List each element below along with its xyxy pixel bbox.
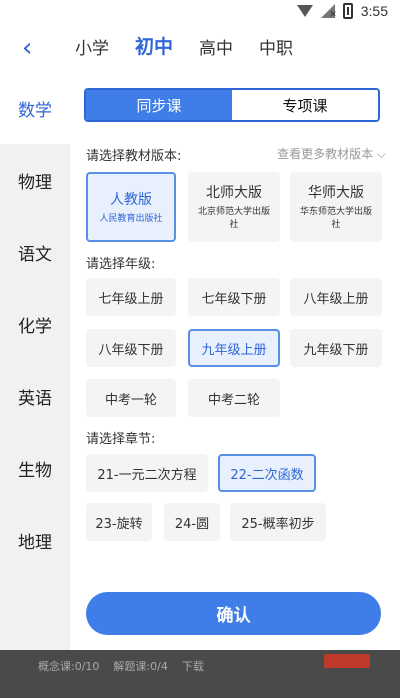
edition-section-label: 请选择教材版本:	[86, 149, 182, 164]
sidebar-item-6[interactable]: 地理	[0, 504, 70, 576]
grade-option-3[interactable]: 八年级下册	[86, 329, 176, 367]
grade-option-5[interactable]: 九年级下册	[290, 329, 382, 367]
tab-mode-1[interactable]: 专项课	[232, 90, 378, 120]
level-tabs: 小学 初中 高中 中职	[75, 32, 293, 59]
tab-level-2[interactable]: 高中	[199, 34, 233, 59]
status-bar: ✕ 3:55	[0, 0, 400, 24]
chapter-option-2[interactable]: 23-旋转	[86, 503, 152, 541]
grade-option-0[interactable]: 七年级上册	[86, 278, 176, 316]
sidebar-item-2[interactable]: 语文	[0, 216, 70, 288]
chapter-option-1[interactable]: 22-二次函数	[218, 454, 316, 492]
edition-subtitle: 北京师范大学出版社	[197, 207, 270, 230]
edition-option-2[interactable]: 华师大版 华东师范大学出版社	[290, 172, 382, 242]
chevron-left-icon[interactable]: ‹	[22, 35, 32, 61]
sidebar-item-3[interactable]: 化学	[0, 288, 70, 360]
grade-section-label: 请选择年级:	[86, 257, 156, 272]
grade-option-1[interactable]: 七年级下册	[188, 278, 280, 316]
top-bar: ‹ 小学 初中 高中 中职	[0, 24, 400, 73]
status-icons: ✕ 3:55	[296, 3, 388, 20]
tab-mode-0[interactable]: 同步课	[86, 90, 232, 120]
more-editions-link[interactable]: 查看更多教材版本 ⌵	[277, 145, 386, 162]
tab-level-1[interactable]: 初中	[135, 32, 173, 59]
chapter-option-3[interactable]: 24-圆	[164, 503, 220, 541]
main-content: 同步课 专项课 请选择教材版本: 查看更多教材版本 ⌵ 人教版 人民教育出版社 …	[70, 72, 400, 650]
bottom-stats: 概念课:0/10 解题课:0/4 下载	[38, 658, 204, 674]
edition-option-1[interactable]: 北师大版 北京师范大学出版社	[188, 172, 280, 242]
chapter-section-label: 请选择章节:	[86, 432, 156, 447]
signal-icon: ✕	[320, 4, 337, 20]
explain-count: 解题课:0/4	[113, 660, 168, 673]
status-time: 3:55	[360, 3, 388, 19]
grade-option-2[interactable]: 八年级上册	[290, 278, 382, 316]
sidebar-item-4[interactable]: 英语	[0, 360, 70, 432]
sidebar-item-5[interactable]: 生物	[0, 432, 70, 504]
tab-level-0[interactable]: 小学	[75, 34, 109, 59]
mode-tabs: 同步课 专项课	[84, 88, 380, 122]
edition-title: 人教版	[110, 191, 152, 208]
chapter-option-4[interactable]: 25-概率初步	[230, 503, 326, 541]
wifi-icon	[296, 5, 313, 17]
edition-subtitle: 华东师范大学出版社	[299, 207, 372, 230]
bottom-overlay: 概念课:0/10 解题课:0/4 下载	[0, 650, 400, 698]
download-label: 下载	[181, 660, 204, 673]
sidebar-item-0[interactable]: 数学	[0, 72, 70, 144]
grade-option-4[interactable]: 九年级上册	[188, 329, 280, 367]
concept-count: 概念课:0/10	[38, 660, 100, 673]
sidebar-item-1[interactable]: 物理	[0, 144, 70, 216]
more-editions-text: 查看更多教材版本	[277, 147, 374, 161]
promo-badge	[324, 654, 370, 668]
grade-option-6[interactable]: 中考一轮	[86, 379, 176, 417]
subject-sidebar: 数学 物理 语文 化学 英语 生物 地理	[0, 72, 70, 650]
battery-icon	[342, 3, 353, 19]
tab-level-3[interactable]: 中职	[259, 34, 293, 59]
chevron-down-icon: ⌵	[373, 147, 386, 161]
grade-option-7[interactable]: 中考二轮	[188, 379, 280, 417]
chapter-option-0[interactable]: 21-一元二次方程	[86, 454, 208, 492]
edition-option-0[interactable]: 人教版 人民教育出版社	[86, 172, 176, 242]
edition-title: 华师大版	[308, 185, 364, 201]
edition-title: 北师大版	[206, 185, 262, 201]
edition-subtitle: 人民教育出版社	[99, 213, 163, 224]
confirm-button[interactable]: 确认	[86, 592, 381, 635]
